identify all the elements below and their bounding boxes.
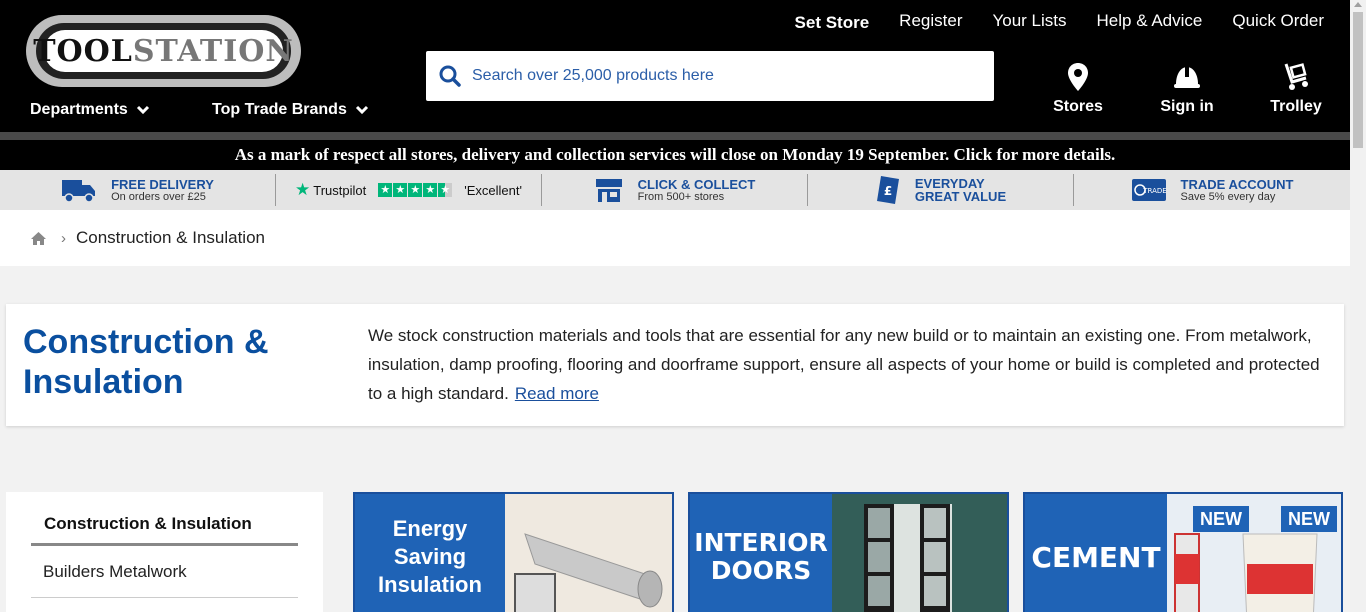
top-links: Set Store Register Your Lists Help & Adv… bbox=[765, 10, 1324, 34]
home-icon[interactable] bbox=[30, 231, 47, 246]
sidebar-title: Construction & Insulation bbox=[44, 514, 252, 533]
category-sidebar: Construction & Insulation Builders Metal… bbox=[6, 492, 323, 612]
usp-click-collect[interactable]: CLICK & COLLECT From 500+ stores bbox=[542, 174, 808, 206]
category-intro: Construction & Insulation We stock const… bbox=[6, 304, 1344, 426]
trustpilot-label: Trustpilot bbox=[313, 182, 367, 198]
your-lists-link[interactable]: Your Lists bbox=[992, 10, 1066, 34]
page-title: Construction & Insulation bbox=[23, 323, 269, 401]
trade-account-sub: Save 5% every day bbox=[1180, 190, 1276, 203]
promo-card-doors-title: INTERIOR DOORS bbox=[690, 494, 832, 612]
logo-text-station: STATION bbox=[132, 33, 294, 69]
chevron-right-icon: › bbox=[61, 229, 66, 247]
breadcrumb: › Construction & Insulation bbox=[0, 210, 1350, 266]
trustpilot-star-icon: ★ bbox=[295, 180, 311, 199]
notice-banner[interactable]: As a mark of respect all stores, deliver… bbox=[0, 140, 1350, 170]
scrollbar-thumb[interactable] bbox=[1353, 12, 1363, 148]
sign-in-button[interactable]: Sign in bbox=[1147, 62, 1227, 116]
promo-card-insulation[interactable]: Energy Saving Insulation bbox=[353, 492, 674, 612]
usp-great-value[interactable]: £ EVERYDAY GREAT VALUE bbox=[808, 174, 1074, 206]
departments-menu[interactable]: Departments bbox=[30, 101, 150, 119]
insulation-roll-image bbox=[505, 494, 672, 612]
chevron-down-icon bbox=[136, 105, 149, 115]
sign-in-label: Sign in bbox=[1160, 98, 1214, 115]
free-delivery-title: FREE DELIVERY bbox=[111, 176, 214, 192]
map-pin-icon bbox=[1068, 63, 1088, 91]
store-icon bbox=[595, 179, 622, 202]
free-delivery-sub: On orders over £25 bbox=[111, 190, 206, 203]
top-trade-brands-label: Top Trade Brands bbox=[212, 101, 347, 118]
usp-free-delivery[interactable]: FREE DELIVERY On orders over £25 bbox=[0, 174, 276, 206]
usp-trustpilot[interactable]: ★ Trustpilot ★ ★ ★ ★ ★ 'Excellent' bbox=[276, 174, 542, 206]
page-scrollbar[interactable] bbox=[1350, 0, 1366, 612]
stores-button[interactable]: Stores bbox=[1038, 62, 1118, 116]
scroll-up-arrow-icon[interactable] bbox=[1354, 2, 1362, 7]
toolstation-logo[interactable]: TOOLSTATION bbox=[26, 15, 301, 87]
trolley-label: Trolley bbox=[1270, 98, 1322, 115]
trolley-icon bbox=[1284, 63, 1308, 90]
chevron-down-icon bbox=[355, 105, 368, 115]
promo-card-interior-doors[interactable]: INTERIOR DOORS bbox=[688, 492, 1009, 612]
stores-label: Stores bbox=[1053, 98, 1103, 115]
new-badge: NEW bbox=[1281, 506, 1337, 532]
click-collect-sub: From 500+ stores bbox=[637, 190, 725, 203]
category-description: We stock construction materials and tool… bbox=[368, 321, 1334, 408]
sidebar-divider bbox=[31, 597, 298, 598]
header-divider bbox=[0, 132, 1350, 140]
new-badge: NEW bbox=[1193, 506, 1249, 532]
logo-text-tool: TOOL bbox=[33, 33, 133, 69]
promo-card-cement[interactable]: CEMENT NEW NEW bbox=[1023, 492, 1343, 612]
click-collect-title: CLICK & COLLECT bbox=[637, 176, 756, 192]
trade-badge-text: TRADE bbox=[1142, 187, 1166, 195]
price-tag-icon: £ bbox=[876, 176, 899, 204]
trustpilot-rating-text: 'Excellent' bbox=[464, 182, 522, 198]
top-trade-brands-menu[interactable]: Top Trade Brands bbox=[212, 101, 369, 119]
departments-label: Departments bbox=[30, 101, 128, 118]
trade-account-title: TRADE ACCOUNT bbox=[1180, 176, 1294, 192]
usp-bar: FREE DELIVERY On orders over £25 ★ Trust… bbox=[0, 170, 1350, 210]
read-more-link[interactable]: Read more bbox=[515, 384, 599, 403]
site-header: TOOLSTATION Set Store Register Your List… bbox=[0, 0, 1350, 132]
sidebar-divider bbox=[31, 543, 298, 546]
breadcrumb-current: Construction & Insulation bbox=[76, 228, 265, 247]
trustpilot-rating-stars: ★ ★ ★ ★ ★ bbox=[378, 183, 453, 197]
set-store-link[interactable]: Set Store bbox=[795, 12, 870, 34]
delivery-truck-icon bbox=[62, 180, 96, 203]
register-link[interactable]: Register bbox=[899, 10, 962, 34]
help-advice-link[interactable]: Help & Advice bbox=[1097, 10, 1203, 34]
trade-card-icon: TRADE bbox=[1131, 179, 1166, 201]
svg-text:£: £ bbox=[884, 184, 892, 198]
search-input[interactable] bbox=[472, 67, 952, 85]
search-icon[interactable] bbox=[438, 64, 462, 88]
promo-card-cement-title: CEMENT bbox=[1025, 494, 1167, 612]
interior-doors-image bbox=[832, 494, 1007, 612]
sidebar-item-builders-metalwork[interactable]: Builders Metalwork bbox=[43, 562, 187, 582]
quick-order-link[interactable]: Quick Order bbox=[1232, 10, 1324, 34]
trolley-button[interactable]: Trolley bbox=[1256, 62, 1336, 116]
usp-trade-account[interactable]: TRADE TRADE ACCOUNT Save 5% every day bbox=[1074, 174, 1350, 206]
promo-card-insulation-title: Energy Saving Insulation bbox=[355, 494, 505, 612]
search-bar bbox=[426, 51, 994, 101]
hard-hat-icon bbox=[1174, 67, 1200, 88]
category-description-text: We stock construction materials and tool… bbox=[368, 326, 1320, 403]
great-value-title-2: GREAT VALUE bbox=[914, 189, 1007, 204]
